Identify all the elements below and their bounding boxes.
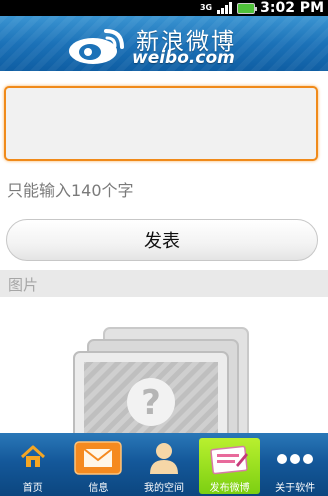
- character-limit-hint: 只能输入140个字: [7, 181, 134, 200]
- home-icon: [20, 445, 45, 467]
- weibo-text-input[interactable]: [4, 86, 318, 161]
- signal-icon: [217, 2, 233, 14]
- image-placeholder[interactable]: ?: [70, 322, 260, 463]
- network-type: 3G: [199, 3, 213, 12]
- nav-my-space[interactable]: 我的空间: [131, 433, 197, 496]
- logo-text-en: weibo.com: [132, 48, 235, 68]
- weibo-logo: 新浪微博 weibo.com: [62, 20, 272, 68]
- post-button[interactable]: 发表: [6, 219, 318, 261]
- app-header: 新浪微博 weibo.com: [0, 16, 328, 71]
- image-placeholder-icon: ?: [73, 327, 249, 463]
- nav-about-label: 关于软件: [275, 483, 316, 494]
- nav-home[interactable]: 首页: [0, 433, 66, 496]
- bottom-nav: 首页 信息 我的空间 发布微博 关于软件: [0, 433, 328, 496]
- nav-post-weibo[interactable]: 发布微博: [197, 433, 263, 496]
- nav-about[interactable]: 关于软件: [262, 433, 328, 496]
- person-icon: [149, 443, 178, 474]
- nav-home-label: 首页: [22, 483, 43, 494]
- nav-messages[interactable]: 信息: [66, 433, 132, 496]
- compose-icon: [209, 445, 248, 475]
- status-time: 3:02 PM: [260, 0, 324, 16]
- svg-text:?: ?: [141, 383, 161, 423]
- nav-messages-label: 信息: [88, 483, 109, 494]
- battery-icon: [237, 2, 258, 14]
- image-section-header: 图片: [0, 270, 328, 297]
- mail-icon: [74, 441, 123, 475]
- weibo-eye-icon: [69, 29, 124, 64]
- nav-my-space-label: 我的空间: [143, 483, 184, 494]
- status-icons: 3G 3:02 PM: [200, 0, 324, 16]
- more-icon: [277, 454, 314, 464]
- status-bar: 3G 3:02 PM: [0, 0, 328, 16]
- nav-post-weibo-label: 发布微博: [209, 483, 250, 494]
- image-section-title: 图片: [8, 276, 39, 294]
